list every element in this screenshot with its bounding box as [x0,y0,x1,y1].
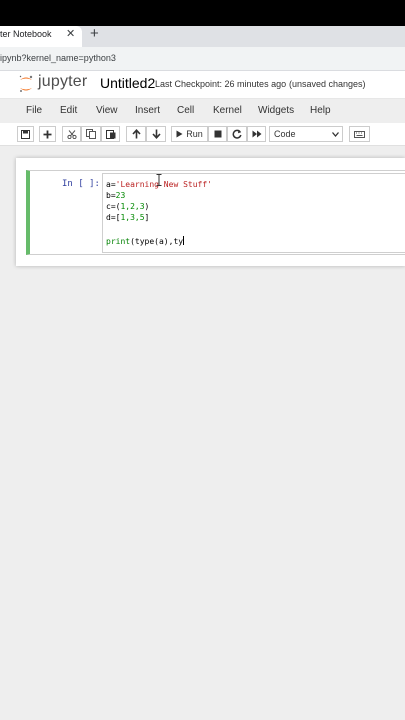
notebook-toolbar: Run Code [0,123,405,146]
menu-cell[interactable]: Cell [177,105,194,116]
jupyter-logo-text[interactable]: jupyter [38,73,87,91]
notebook-title[interactable]: Untitled2 [100,75,155,91]
save-button[interactable] [17,126,34,142]
menu-widgets[interactable]: Widgets [258,105,294,116]
unsaved-status: (unsaved changes) [289,79,366,89]
new-tab-icon[interactable]: + [90,25,99,43]
interrupt-button[interactable] [208,126,227,142]
menu-file[interactable]: File [26,105,42,116]
i-beam-cursor-icon [156,174,162,186]
save-icon [21,129,30,139]
move-down-button[interactable] [146,126,166,142]
chevron-down-icon [332,132,339,137]
restart-button[interactable] [227,126,247,142]
menu-view[interactable]: View [96,105,118,116]
stop-icon [214,130,221,138]
keyboard-icon [354,130,365,138]
code-line: d=[1,3,5] [106,213,150,222]
arrow-up-icon [131,129,141,139]
menu-edit[interactable]: Edit [60,105,77,116]
paste-icon [105,130,115,139]
screen-top-bar [0,0,405,26]
input-prompt: In [ ]: [62,179,100,189]
menu-help[interactable]: Help [310,105,331,116]
cell-type-value: Code [274,129,296,139]
copy-button[interactable] [81,126,101,142]
run-icon [176,130,183,138]
address-bar[interactable]: ipynb?kernel_name=python3 [0,47,405,71]
browser-tab-title: ter Notebook [0,29,52,39]
jupyter-logo-icon[interactable] [18,74,34,94]
code-line: c=(1,2,3) [106,202,150,211]
cut-icon [66,129,77,139]
restart-icon [232,129,242,139]
cut-button[interactable] [62,126,81,142]
command-palette-button[interactable] [349,126,370,142]
run-button[interactable]: Run [171,126,208,142]
plus-icon [43,130,52,138]
menu-bar: File Edit View Insert Cell Kernel Widget… [0,98,405,123]
copy-icon [86,129,96,139]
menu-insert[interactable]: Insert [135,105,160,116]
menu-kernel[interactable]: Kernel [213,105,242,116]
run-label: Run [186,129,203,139]
insert-cell-button[interactable] [39,126,56,142]
code-line: print(type(a),ty [106,236,185,246]
cell-type-select[interactable]: Code [269,126,343,142]
restart-run-all-button[interactable] [247,126,266,142]
paste-button[interactable] [101,126,120,142]
checkpoint-status: Last Checkpoint: 26 minutes ago [155,79,287,89]
code-editor[interactable]: a='Learning New Stuff' b=23 c=(1,2,3) d=… [102,173,405,253]
code-cell[interactable]: In [ ]: a='Learning New Stuff' b=23 c=(1… [26,170,405,255]
browser-tab-strip: ter Notebook ✕ + [0,25,405,47]
text-cursor [183,236,185,245]
browser-tab[interactable]: ter Notebook ✕ [0,26,82,47]
jupyter-header: jupyter Untitled2 Last Checkpoint: 26 mi… [0,71,405,98]
arrow-down-icon [151,129,161,139]
code-line: b=23 [106,191,126,200]
url-text[interactable]: ipynb?kernel_name=python3 [0,53,116,63]
fast-forward-icon [252,130,261,138]
move-up-button[interactable] [126,126,146,142]
close-icon[interactable]: ✕ [66,27,75,41]
